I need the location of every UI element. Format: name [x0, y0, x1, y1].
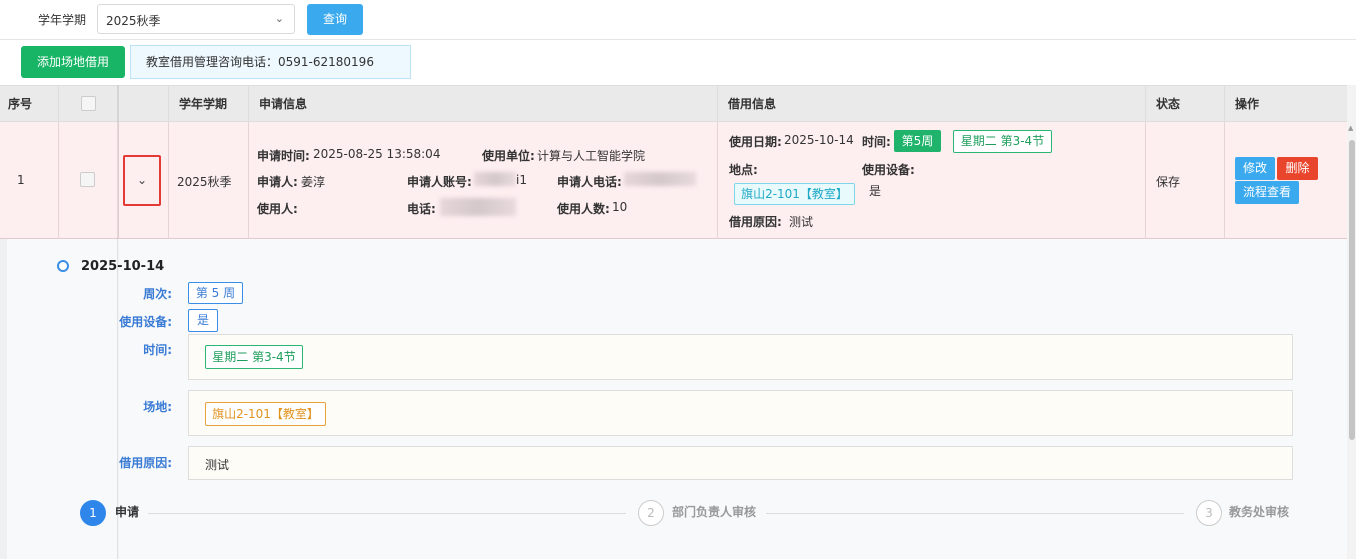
expand-toggle[interactable]: ⌄	[123, 155, 161, 206]
step-1-circle: 1	[80, 500, 106, 526]
account-visible: i1	[516, 173, 527, 187]
header-apply-info: 申请信息	[248, 86, 717, 122]
redacted-applicant-phone	[624, 172, 696, 186]
detail-week-tag: 第 5 周	[188, 282, 243, 304]
step-connector	[766, 513, 1184, 514]
edit-button[interactable]: 修改	[1235, 157, 1275, 180]
unit: 计算与人工智能学院	[537, 149, 646, 163]
equipment-value: 是	[869, 184, 882, 198]
phone-label: 电话:	[407, 202, 436, 216]
step-3-circle: 3	[1196, 500, 1222, 526]
scroll-up-arrow-icon[interactable]: ▲	[1348, 124, 1353, 132]
unit-label: 使用单位:	[482, 149, 535, 163]
user-count-label: 使用人数:	[557, 202, 610, 216]
reason-label: 借用原因:	[729, 215, 782, 229]
flow-view-button[interactable]: 流程查看	[1235, 181, 1299, 204]
detail-reason-value: 测试	[205, 458, 230, 472]
table-header: 序号 学年学期 申请信息 借用信息 状态 操作	[0, 85, 1347, 122]
side-strip	[0, 239, 7, 559]
step-1-label: 申请	[115, 505, 140, 519]
chevron-down-icon: ⌄	[136, 173, 148, 187]
detail-equipment-label: 使用设备:	[119, 315, 172, 329]
header-select	[58, 86, 118, 122]
detail-time-box: 星期二 第3-4节	[188, 334, 1293, 380]
term-label: 学年学期	[38, 13, 87, 27]
query-button[interactable]: 查询	[307, 4, 363, 35]
applicant-label: 申请人:	[257, 175, 298, 189]
week-tag: 第5周	[894, 130, 941, 152]
detail-time-label: 时间:	[143, 343, 172, 357]
place-label: 地点:	[729, 163, 758, 177]
account-label: 申请人账号:	[407, 175, 472, 189]
use-date-label: 使用日期:	[729, 135, 782, 149]
time-label: 时间:	[862, 135, 891, 149]
timeline-dot-icon	[57, 260, 69, 272]
scrollbar-thumb[interactable]	[1349, 140, 1355, 440]
row-checkbox[interactable]	[80, 172, 95, 187]
equipment-label: 使用设备:	[862, 163, 915, 177]
term-select-value: 2025秋季	[106, 14, 161, 28]
applicant-phone-label: 申请人电话:	[557, 175, 622, 189]
redacted-phone	[440, 198, 516, 216]
applicant: 姜淳	[301, 175, 326, 189]
header-status: 状态	[1145, 86, 1224, 122]
detail-place-box: 旗山2-101【教室】	[188, 390, 1293, 436]
step-connector	[148, 513, 626, 514]
detail-place-tag: 旗山2-101【教室】	[205, 402, 326, 426]
reason: 测试	[789, 215, 814, 229]
apply-time-label: 申请时间:	[257, 149, 310, 163]
chevron-down-icon: ⌄	[274, 12, 284, 25]
detail-equipment-tag: 是	[188, 309, 218, 332]
timeline-date: 2025-10-14	[81, 259, 165, 274]
detail-reason-label: 借用原因:	[119, 456, 172, 470]
step-2-label: 部门负责人审核	[672, 505, 757, 519]
redacted-account	[474, 172, 516, 186]
user-count: 10	[612, 200, 628, 214]
row-term: 2025秋季	[177, 175, 232, 189]
place-tag: 旗山2-101【教室】	[734, 183, 855, 205]
header-expand	[118, 86, 168, 122]
step-3-label: 教务处审核	[1229, 505, 1290, 519]
header-term: 学年学期	[168, 86, 248, 122]
step-2-circle: 2	[638, 500, 664, 526]
header-ops: 操作	[1224, 86, 1347, 122]
header-borrow-info: 借用信息	[717, 86, 1145, 122]
use-date: 2025-10-14	[784, 133, 854, 147]
detail-time-tag: 星期二 第3-4节	[205, 345, 303, 369]
detail-place-label: 场地:	[143, 400, 172, 414]
detail-reason-box: 测试	[188, 446, 1293, 480]
table-row[interactable]: 1 ⌄ 2025秋季 申请时间: 2025-08-25 13:58:04 使用单…	[0, 122, 1347, 239]
delete-button[interactable]: 删除	[1277, 157, 1318, 180]
add-venue-borrow-button[interactable]: 添加场地借用	[21, 46, 125, 78]
term-select[interactable]: 2025秋季 ⌄	[97, 4, 295, 34]
user-label: 使用人:	[257, 202, 298, 216]
slot-tag: 星期二 第3-4节	[953, 130, 1052, 153]
select-all-checkbox[interactable]	[81, 96, 96, 111]
detail-week-label: 周次:	[143, 287, 172, 301]
status-value: 保存	[1156, 175, 1181, 189]
apply-time: 2025-08-25 13:58:04	[313, 147, 441, 161]
row-seq: 1	[17, 173, 25, 187]
header-seq: 序号	[8, 97, 33, 111]
phone-notice: 教室借用管理咨询电话：0591-62180196	[130, 45, 411, 79]
